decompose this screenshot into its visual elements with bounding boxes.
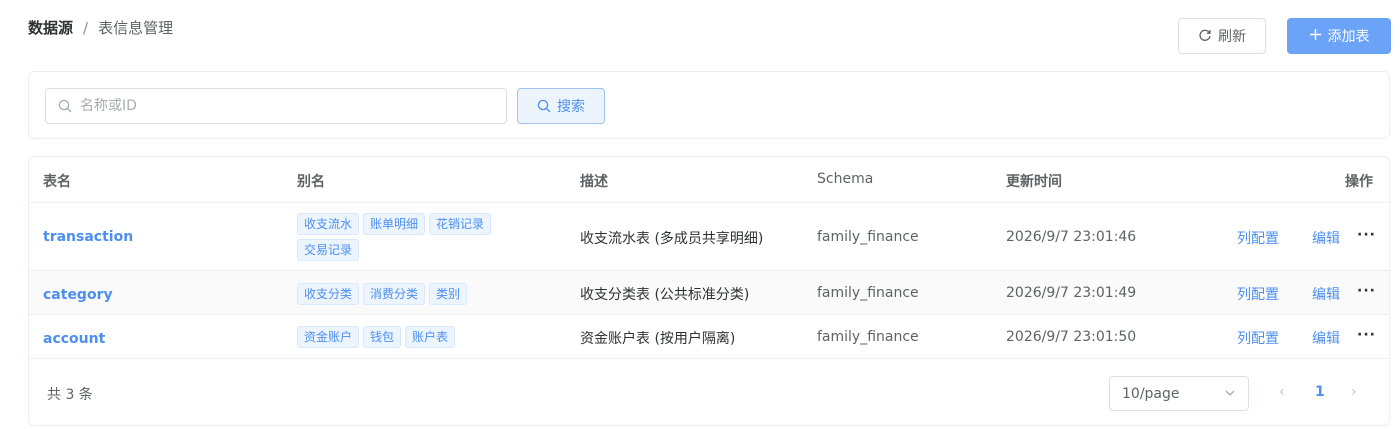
alias-tag: 交易记录 (297, 239, 360, 261)
tables-table: 表名 别名 描述 Schema 更新时间 操作 transaction 收支流水… (28, 156, 1390, 426)
table-row: transaction 收支流水 账单明细 花销记录 交易记录 收支流水表 (多… (29, 203, 1389, 271)
table-schema: family_finance (817, 285, 919, 301)
alias-tag: 花销记录 (429, 213, 492, 235)
search-icon (537, 99, 551, 113)
table-row: category 收支分类 消费分类 类别 收支分类表 (公共标准分类) fam… (29, 271, 1389, 315)
edit-link[interactable]: 编辑 (1312, 228, 1340, 248)
refresh-button[interactable]: 刷新 (1178, 18, 1266, 54)
alias-tags: 收支分类 消费分类 类别 (297, 283, 527, 305)
table-description: 资金账户表 (按用户隔离) (580, 331, 736, 347)
page-number-current[interactable]: 1 (1315, 384, 1325, 400)
add-table-label: 添加表 (1327, 29, 1370, 45)
alias-tags: 收支流水 账单明细 花销记录 交易记录 (297, 213, 527, 261)
page-size-value: 10/page (1122, 385, 1180, 402)
column-config-link[interactable]: 列配置 (1237, 228, 1279, 248)
refresh-icon (1198, 28, 1212, 45)
alias-tag: 收支分类 (297, 283, 360, 305)
add-table-button[interactable]: 添加表 (1287, 18, 1391, 54)
refresh-label: 刷新 (1218, 29, 1246, 45)
more-actions-icon[interactable]: ··· (1357, 227, 1376, 243)
table-description: 收支分类表 (公共标准分类) (580, 287, 750, 303)
table-footer: 共 3 条 10/page ‹ 1 › (29, 359, 1389, 425)
table-description: 收支流水表 (多成员共享明细) (580, 231, 764, 247)
column-config-link[interactable]: 列配置 (1237, 284, 1279, 304)
page-size-select[interactable]: 10/page (1109, 376, 1249, 411)
prev-page-button[interactable]: ‹ (1279, 384, 1285, 400)
table-name-link[interactable]: category (43, 287, 113, 303)
next-page-button[interactable]: › (1351, 384, 1357, 400)
column-header-name: 表名 (43, 174, 71, 190)
edit-link[interactable]: 编辑 (1312, 328, 1340, 348)
alias-tag: 类别 (429, 283, 468, 305)
alias-tags: 资金账户 钱包 账户表 (297, 326, 527, 348)
search-button[interactable]: 搜索 (517, 88, 605, 124)
alias-tag: 资金账户 (297, 326, 360, 348)
search-button-label: 搜索 (557, 99, 585, 115)
chevron-down-icon (1225, 390, 1235, 396)
table-schema: family_finance (817, 329, 919, 345)
breadcrumb-root[interactable]: 数据源 (28, 17, 73, 38)
more-actions-icon[interactable]: ··· (1357, 283, 1376, 299)
search-field[interactable] (45, 88, 507, 124)
table-row: account 资金账户 钱包 账户表 资金账户表 (按用户隔离) family… (29, 315, 1389, 359)
edit-link[interactable]: 编辑 (1312, 284, 1340, 304)
table-updated-time: 2026/9/7 23:01:50 (1006, 329, 1137, 345)
breadcrumb-separator: / (83, 18, 89, 37)
table-name-link[interactable]: account (43, 331, 105, 347)
column-header-schema: Schema (817, 171, 874, 187)
total-count: 共 3 条 (47, 387, 93, 403)
alias-tag: 钱包 (363, 326, 402, 348)
alias-tag: 账单明细 (363, 213, 426, 235)
breadcrumb: 数据源 / 表信息管理 (28, 17, 173, 38)
column-header-alias: 别名 (297, 174, 325, 190)
plus-icon (1309, 28, 1322, 44)
table-name-link[interactable]: transaction (43, 229, 133, 245)
alias-tag: 账户表 (405, 326, 456, 348)
search-input[interactable] (80, 98, 480, 114)
column-config-link[interactable]: 列配置 (1237, 328, 1279, 348)
column-header-updated: 更新时间 (1006, 174, 1062, 190)
alias-tag: 收支流水 (297, 213, 360, 235)
table-header: 表名 别名 描述 Schema 更新时间 操作 (29, 157, 1389, 203)
search-icon (58, 99, 72, 113)
table-updated-time: 2026/9/7 23:01:49 (1006, 285, 1137, 301)
table-updated-time: 2026/9/7 23:01:46 (1006, 229, 1137, 245)
column-header-actions: 操作 (1345, 174, 1373, 190)
alias-tag: 消费分类 (363, 283, 426, 305)
breadcrumb-current: 表信息管理 (98, 19, 174, 37)
column-header-description: 描述 (580, 174, 608, 190)
more-actions-icon[interactable]: ··· (1357, 327, 1376, 343)
table-schema: family_finance (817, 229, 919, 245)
search-card: 搜索 (28, 71, 1390, 139)
